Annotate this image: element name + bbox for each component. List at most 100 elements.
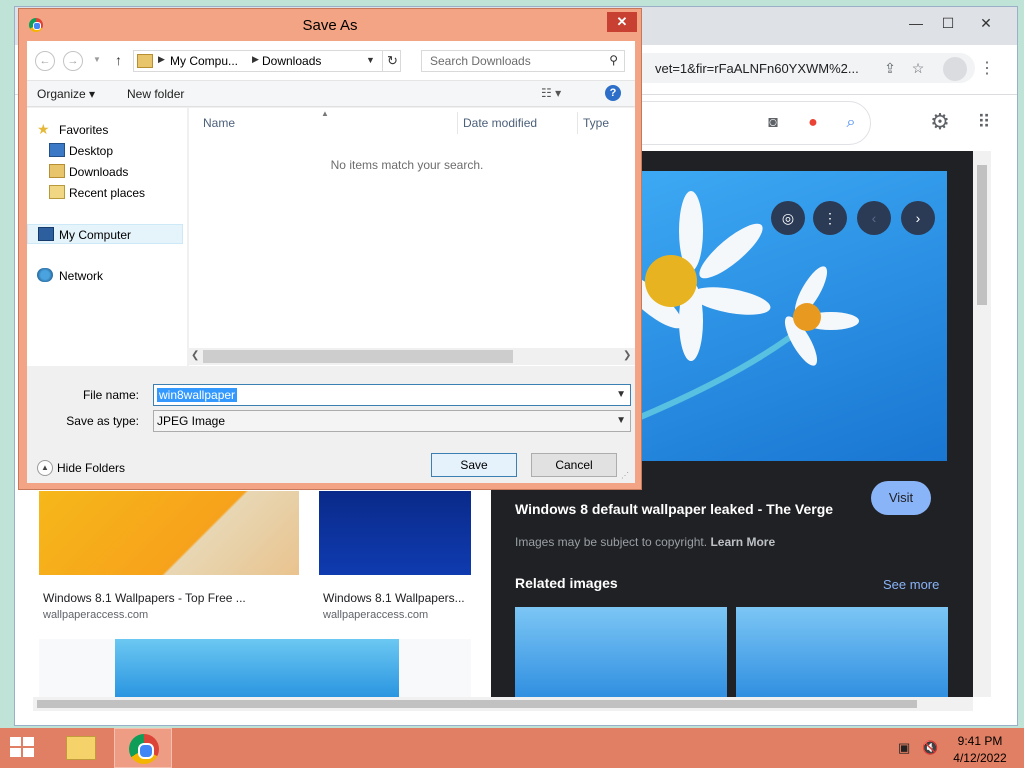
start-pane [10,748,21,757]
copyright-text: Images may be subject to copyright. [515,535,708,549]
scroll-right-icon[interactable]: ❯ [623,350,631,361]
recent-places-icon [49,185,65,199]
chevron-up-icon: ▲ [37,460,53,476]
bookmark-star-icon[interactable]: ☆ [907,57,929,79]
result-thumbnail[interactable] [115,639,399,697]
mic-icon[interactable]: ● [802,112,824,134]
search-input[interactable]: Search Downloads ⚲ [421,50,625,72]
apps-grid-icon[interactable]: ⠿ [971,109,997,135]
result-caption[interactable]: Windows 8.1 Wallpapers - Top Free ... [43,591,246,605]
downloads-folder-icon [49,164,65,178]
related-thumbnail[interactable] [736,607,948,699]
nav-label: Recent places [69,186,146,200]
back-arrow-icon[interactable]: ← [35,51,55,71]
taskbar-chrome[interactable] [114,728,172,768]
profile-avatar-icon[interactable] [943,57,967,81]
file-name-input[interactable]: win8wallpaper ▼ [153,384,631,406]
network-tray-icon[interactable]: ▣ [898,740,910,756]
chevron-down-icon[interactable]: ▼ [366,55,375,65]
chevron-down-icon[interactable]: ▼ [616,415,626,426]
refresh-icon[interactable]: ↻ [382,51,402,71]
result-thumbnail[interactable] [319,491,471,575]
scroll-left-icon[interactable]: ❮ [191,350,199,361]
next-arrow-icon[interactable]: › [901,201,935,235]
clock-time[interactable]: 9:41 PM [950,734,1010,748]
recent-locations-icon[interactable]: ▼ [93,55,101,64]
column-divider[interactable] [577,112,578,134]
up-arrow-icon[interactable]: ↑ [115,52,122,68]
address-bar[interactable]: vet=1&fir=rFaALNFn60YXWM%2... ⇪ ☆ [615,53,975,83]
view-options-icon[interactable]: ☷ ▾ [541,86,561,100]
nav-favorites[interactable]: ★ Favorites [27,120,183,140]
file-list-scrollbar[interactable]: ❮ ❯ [189,348,635,365]
dialog-close-button[interactable]: ✕ [607,12,637,32]
clock-date[interactable]: 4/12/2022 [948,751,1012,765]
forward-arrow-icon[interactable]: → [63,51,83,71]
taskbar: ▣ 🔇 9:41 PM 4/12/2022 [0,728,1024,768]
related-thumbnail[interactable] [515,607,727,699]
learn-more-link[interactable]: Learn More [710,535,775,549]
save-type-select[interactable]: JPEG Image ▼ [153,410,631,432]
visit-button[interactable]: Visit [871,481,931,515]
column-date-modified[interactable]: Date modified [463,116,537,130]
scroll-thumb[interactable] [203,350,513,363]
save-type-value: JPEG Image [157,414,226,428]
start-pane [10,737,21,746]
nav-downloads[interactable]: Downloads [27,162,183,182]
camera-icon[interactable]: ◙ [762,112,784,134]
path-segment-computer[interactable]: My Compu... [170,54,238,68]
preview-title[interactable]: Windows 8 default wallpaper leaked - The… [515,501,833,517]
file-list: Name ▲ Date modified Type No items match… [189,108,635,366]
browser-close-button[interactable]: ✕ [971,13,1001,33]
lens-icon[interactable]: ◎ [771,201,805,235]
address-path[interactable]: ▶ My Compu... ▶ Downloads ▼ ↻ [133,50,401,72]
result-thumbnail[interactable] [39,491,299,575]
nav-network[interactable]: Network [27,266,183,286]
column-name[interactable]: Name [203,116,235,130]
nav-desktop[interactable]: Desktop [27,141,183,161]
share-icon[interactable]: ⇪ [879,57,901,79]
save-button[interactable]: Save [431,453,517,477]
resize-grip-icon[interactable]: ⋰ [621,471,629,480]
see-more-link[interactable]: See more [883,577,939,592]
file-explorer-icon [66,736,96,760]
help-icon[interactable]: ? [605,85,621,101]
nav-my-computer[interactable]: My Computer [27,224,183,244]
empty-message: No items match your search. [330,158,484,172]
column-type[interactable]: Type [583,116,609,130]
taskbar-file-explorer[interactable] [52,728,110,768]
browser-menu-icon[interactable]: ⋮ [977,57,997,81]
vertical-scrollbar[interactable] [973,151,991,697]
path-segment-downloads[interactable]: Downloads [262,54,321,68]
maximize-button[interactable]: ☐ [933,13,963,33]
vertical-scroll-thumb[interactable] [977,165,987,305]
chrome-taskbar-icon [129,734,159,764]
nav-label: My Computer [59,228,132,242]
search-icon[interactable]: ⌕ [840,112,862,134]
result-caption[interactable]: Windows 8.1 Wallpapers... [323,591,465,605]
settings-gear-icon[interactable]: ⚙ [927,109,953,135]
windows-start-icon[interactable] [10,737,36,759]
organize-menu[interactable]: Organize ▾ [37,87,95,101]
start-pane [23,737,34,746]
search-placeholder: Search Downloads [430,54,531,68]
volume-muted-icon[interactable]: 🔇 [922,740,938,756]
hide-folders-label: Hide Folders [57,461,126,475]
prev-arrow-icon[interactable]: ‹ [857,201,891,235]
path-separator-icon: ▶ [252,54,259,64]
computer-icon [38,227,54,241]
dialog-titlebar[interactable]: Save As ✕ [19,9,641,41]
navigation-pane: ★ Favorites Desktop Downloads Recent pla… [27,108,187,366]
cancel-button[interactable]: Cancel [531,453,617,477]
horizontal-scroll-thumb[interactable] [37,700,917,708]
column-divider[interactable] [457,112,458,134]
more-options-icon[interactable]: ⋮ [813,201,847,235]
preview-image[interactable]: ◎ ⋮ ‹ › [631,171,947,461]
minimize-button[interactable]: — [901,13,931,33]
dialog-title: Save As [302,17,358,34]
chevron-down-icon[interactable]: ▼ [616,389,626,400]
nav-recent-places[interactable]: Recent places [27,183,183,203]
star-icon: ★ [37,121,50,137]
horizontal-scrollbar[interactable] [33,697,973,711]
new-folder-button[interactable]: New folder [127,87,184,101]
